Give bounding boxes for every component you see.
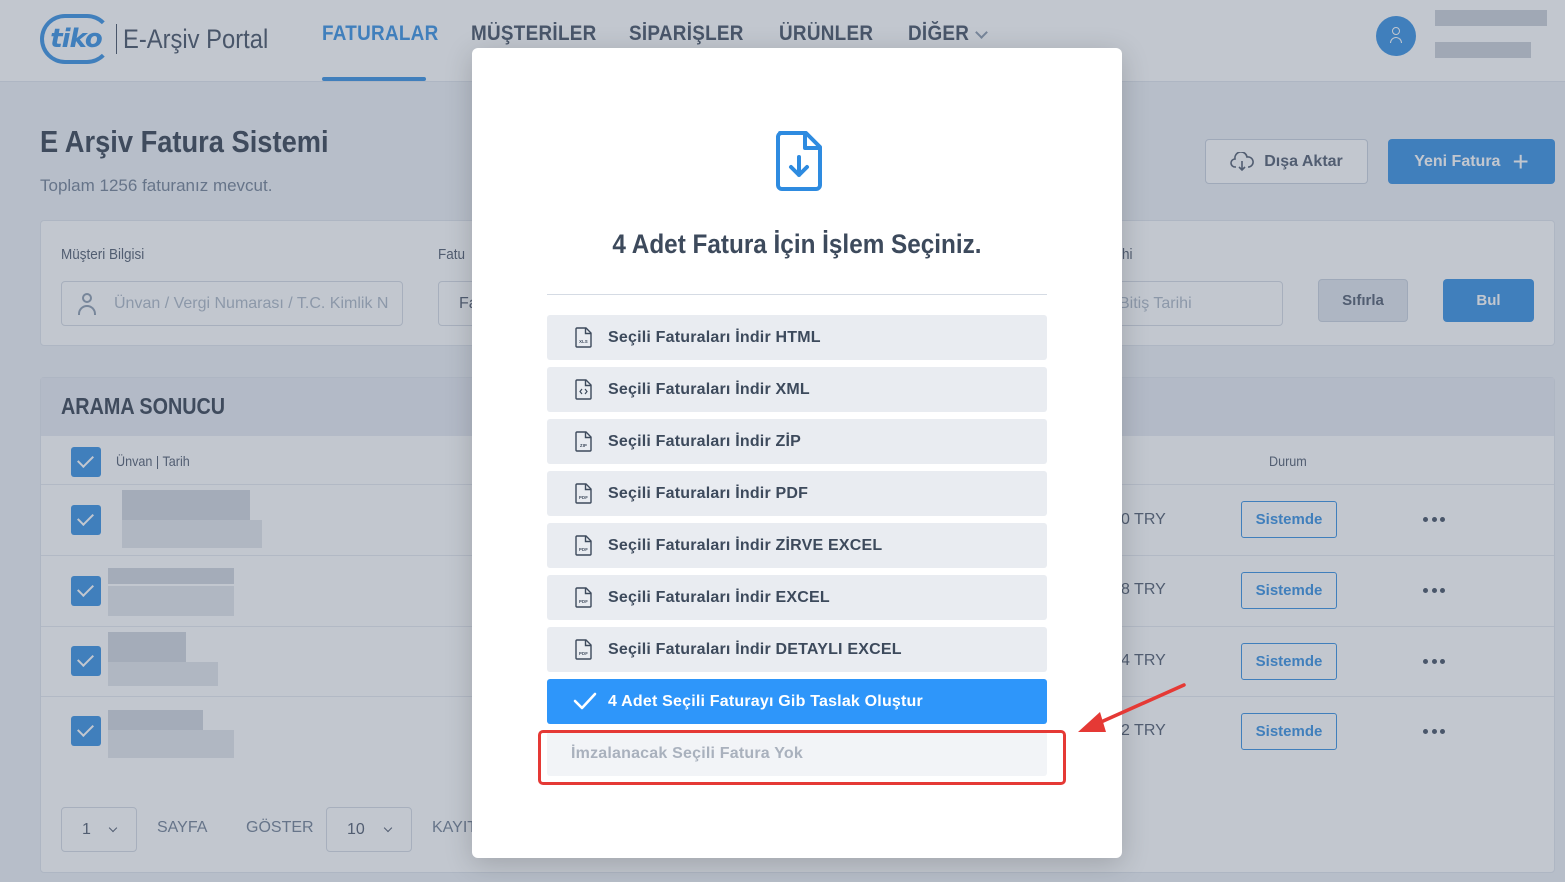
create-gib-draft-button[interactable]: 4 Adet Seçili Faturayı Gib Taslak Oluştu… (547, 679, 1047, 724)
download-option-label: Seçili Faturaları İndir DETAYLI EXCEL (608, 640, 902, 658)
download-option-label: Seçili Faturaları İndir PDF (608, 484, 809, 502)
download-option-label: Seçili Faturaları İndir ZİP (608, 432, 802, 450)
pdf-file-icon: PDF (575, 535, 592, 556)
download-option-label: Seçili Faturaları İndir XML (608, 380, 810, 398)
download-option-button[interactable]: PDF Seçili Faturaları İndir DETAYLI EXCEL (547, 627, 1047, 672)
check-icon (573, 692, 597, 710)
code-file-icon (575, 379, 592, 400)
create-gib-draft-label: 4 Adet Seçili Faturayı Gib Taslak Oluştu… (608, 692, 923, 710)
file-type-tag: XLS (579, 339, 588, 344)
download-option-button[interactable]: ZIP Seçili Faturaları İndir ZİP (547, 419, 1047, 464)
modal-title: 4 Adet Fatura İçin İşlem Seçiniz. (612, 229, 982, 259)
pdf-file-icon: PDF (575, 587, 592, 608)
download-option-button[interactable]: XLS Seçili Faturaları İndir HTML (547, 315, 1047, 360)
download-option-button[interactable]: Seçili Faturaları İndir XML (547, 367, 1047, 412)
file-type-tag: PDF (579, 599, 588, 604)
modal-divider (547, 294, 1047, 295)
zip-file-icon: ZIP (575, 431, 592, 452)
file-type-tag: PDF (579, 547, 588, 552)
file-type-tag: PDF (579, 651, 588, 656)
file-type-tag: ZIP (580, 443, 587, 448)
download-option-button[interactable]: PDF Seçili Faturaları İndir EXCEL (547, 575, 1047, 620)
annotation-arrow-icon (1078, 683, 1186, 732)
xls-file-icon: XLS (575, 327, 592, 348)
pdf-file-icon: PDF (575, 639, 592, 660)
download-option-label: Seçili Faturaları İndir HTML (608, 328, 821, 346)
pdf-file-icon: PDF (575, 483, 592, 504)
download-option-label: Seçili Faturaları İndir EXCEL (608, 588, 830, 606)
file-download-icon (776, 131, 822, 191)
file-type-tag: PDF (579, 495, 588, 500)
download-option-label: Seçili Faturaları İndir ZİRVE EXCEL (608, 536, 883, 554)
annotation-highlight-box (538, 730, 1066, 785)
download-option-button[interactable]: PDF Seçili Faturaları İndir ZİRVE EXCEL (547, 523, 1047, 568)
download-option-button[interactable]: PDF Seçili Faturaları İndir PDF (547, 471, 1047, 516)
